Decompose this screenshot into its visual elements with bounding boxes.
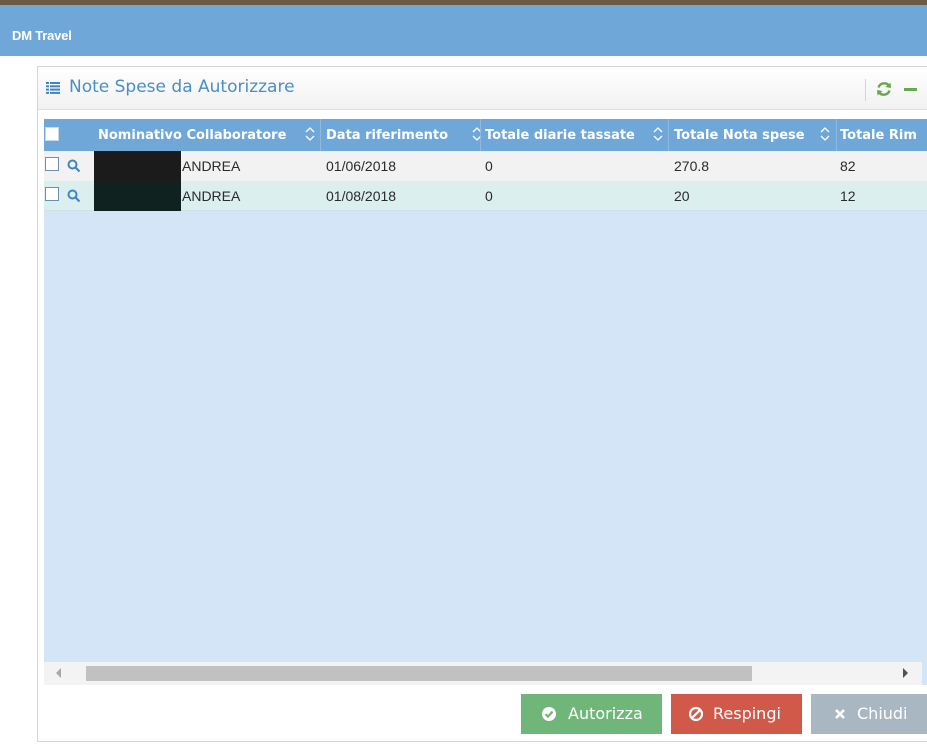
nominativo-cell: ANDREA [94,181,320,211]
refresh-icon[interactable] [874,79,894,99]
rimborso-cell: 82 [840,158,856,174]
chiudi-label: Chiudi [857,704,908,723]
redacted-surname [94,151,181,181]
panel-header: Note Spese da Autorizzare [38,67,927,110]
column-divider [320,119,321,151]
app-header: DM Travel [0,5,927,56]
chiudi-button[interactable]: Chiudi [811,694,927,734]
nominativo-cell: ANDREA [94,151,320,181]
row-checkbox[interactable] [45,187,59,201]
select-all-checkbox[interactable] [45,127,59,141]
respingi-button[interactable]: Respingi [671,694,802,734]
scroll-left-arrow-icon[interactable] [56,668,61,678]
row-checkbox[interactable] [45,157,59,171]
scroll-right-arrow-icon[interactable] [903,668,908,678]
diarie-cell: 0 [485,158,493,174]
nota-cell: 270.8 [674,158,710,174]
redacted-surname [94,181,181,211]
nota-cell: 20 [674,188,690,204]
column-header-nota[interactable]: Totale Nota spese [674,128,805,143]
app-title: DM Travel [12,28,72,43]
column-header-diarie[interactable]: Totale diarie tassate [485,128,635,143]
ban-icon [688,706,704,722]
rimborso-cell: 12 [840,188,856,204]
sort-icon[interactable] [820,126,830,142]
respingi-label: Respingi [713,704,781,723]
nominativo-text: ANDREA [182,188,241,204]
data-cell: 01/06/2018 [326,158,397,174]
check-circle-icon [542,707,556,721]
column-divider [668,119,669,151]
column-header-data[interactable]: Data riferimento [326,128,448,143]
table-row[interactable]: ANDREA 01/06/2018 0 270.8 82 [44,151,927,181]
minimize-icon[interactable] [904,88,917,91]
list-icon [46,82,60,94]
column-header-rimborso[interactable]: Totale Rim [840,128,917,143]
scrollbar-thumb[interactable] [86,666,752,681]
close-icon [835,709,845,719]
column-divider [836,119,837,151]
search-icon[interactable] [67,159,81,173]
column-header-nominativo[interactable]: Nominativo Collaboratore [98,128,286,143]
header-divider [865,79,866,101]
data-cell: 01/08/2018 [326,188,397,204]
nominativo-text: ANDREA [182,158,241,174]
table-header: Nominativo Collaboratore Data riferiment… [44,119,927,151]
autorizza-label: Autorizza [568,704,643,723]
diarie-cell: 0 [485,188,493,204]
expense-table: Nominativo Collaboratore Data riferiment… [44,119,927,685]
autorizza-button[interactable]: Autorizza [521,694,662,734]
panel-title: Note Spese da Autorizzare [69,77,295,97]
table-row[interactable]: ANDREA 01/08/2018 0 20 12 [44,181,927,211]
column-divider [480,119,481,151]
sort-icon[interactable] [305,126,315,142]
horizontal-scrollbar[interactable] [44,661,922,685]
expense-approval-panel: Note Spese da Autorizzare Nominativo Col… [37,66,927,742]
sort-icon[interactable] [653,126,663,142]
search-icon[interactable] [67,189,81,203]
